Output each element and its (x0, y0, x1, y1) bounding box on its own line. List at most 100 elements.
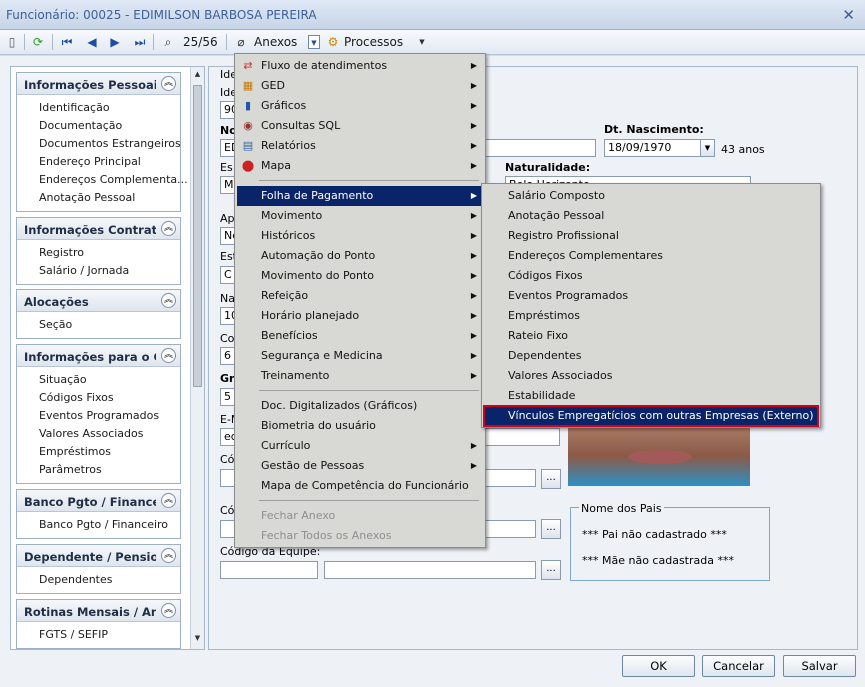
folha-submenu-item[interactable]: Endereços Complementares (484, 246, 818, 266)
sidebar-item[interactable]: Registro (17, 244, 180, 262)
anexos-menu-item[interactable]: ▦ GED ▶ (237, 76, 483, 96)
sidebar-item[interactable]: Códigos Fixos (17, 389, 180, 407)
collapse-icon[interactable]: ︽ (161, 221, 176, 236)
sidebar-item[interactable]: Empréstimos (17, 443, 180, 461)
anexos-menu-item[interactable]: Gestão de Pessoas ▶ (237, 456, 483, 476)
anexos-menu-item[interactable]: ⬤ Mapa ▶ (237, 156, 483, 176)
folha-submenu-item[interactable]: Eventos Programados (484, 286, 818, 306)
folha-submenu-item[interactable]: Vínculos Empregatícios com outras Empres… (483, 405, 819, 427)
code-field-b-desc[interactable] (484, 520, 536, 538)
sidebar-item[interactable]: Endereço Principal (17, 153, 180, 171)
sidebar-scrollbar[interactable]: ▲ ▼ (190, 67, 204, 649)
anexos-menu-item[interactable]: Biometria do usuário (237, 416, 483, 436)
date-dropdown-icon[interactable]: ▼ (700, 139, 715, 157)
collapse-icon[interactable]: ︽ (161, 293, 176, 308)
sidebar-item[interactable]: Anotação Pessoal (17, 189, 180, 207)
menu-item-label: Segurança e Medicina (261, 349, 383, 362)
gears-icon[interactable]: ⚙ (326, 35, 340, 49)
anexos-menu-item[interactable]: Doc. Digitalizados (Gráficos) (237, 396, 483, 416)
sidebar-item[interactable]: Dependentes (17, 571, 180, 589)
processos-menu-button[interactable]: Processos (344, 33, 403, 51)
sidebar-item[interactable]: Documentos Estrangeiros (17, 135, 181, 153)
ok-button[interactable]: OK (622, 655, 695, 677)
code-field-a-desc[interactable] (484, 469, 536, 487)
anexos-menu-button[interactable]: Anexos (254, 33, 297, 51)
anexos-menu-item[interactable]: Históricos ▶ (237, 226, 483, 246)
anexos-menu-item[interactable]: Mapa de Competência do Funcionário (237, 476, 483, 496)
collapse-icon[interactable]: ︽ (161, 603, 176, 618)
anexos-menu-item[interactable]: Automação do Ponto ▶ (237, 246, 483, 266)
codigo-equipe-field[interactable] (220, 561, 318, 579)
collapse-icon[interactable]: ︽ (161, 548, 176, 563)
sidebar-group-header[interactable]: Alocações ︽ (17, 290, 180, 312)
sidebar-item[interactable]: Situação (17, 371, 180, 389)
anexos-menu-item[interactable]: ◉ Consultas SQL ▶ (237, 116, 483, 136)
scroll-down-icon[interactable]: ▼ (192, 634, 203, 646)
anexos-menu-item[interactable]: ⇄ Fluxo de atendimentos ▶ (237, 56, 483, 76)
first-record-icon[interactable]: ⏮ (60, 35, 74, 49)
close-icon[interactable]: ✕ (842, 6, 855, 24)
sidebar-item[interactable]: Eventos Programados (17, 407, 180, 425)
collapse-icon[interactable]: ︽ (161, 348, 176, 363)
anexos-menu-item: Fechar Todos os Anexos (237, 526, 483, 546)
sidebar-group-header[interactable]: Informações Contratua ︽ (17, 218, 180, 240)
folha-submenu-item[interactable]: Anotação Pessoal (484, 206, 818, 226)
folha-submenu-item[interactable]: Rateio Fixo (484, 326, 818, 346)
sidebar-item[interactable]: Valores Associados (17, 425, 180, 443)
folha-submenu-item[interactable]: Códigos Fixos (484, 266, 818, 286)
lookup-button[interactable]: ... (541, 519, 561, 539)
dt-nascimento-field[interactable]: 18/09/1970 (604, 139, 702, 157)
save-button[interactable]: Salvar (783, 655, 856, 677)
processos-dropdown-arrow-icon[interactable]: ▼ (415, 35, 429, 49)
anexos-menu-item[interactable]: ▮ Gráficos ▶ (237, 96, 483, 116)
anexos-menu-item[interactable]: Movimento do Ponto ▶ (237, 266, 483, 286)
lookup-button[interactable]: ... (541, 469, 561, 489)
sidebar-item[interactable]: FGTS / SEFIP (17, 626, 180, 644)
collapse-icon[interactable]: ︽ (161, 76, 176, 91)
scrollbar-thumb[interactable] (193, 85, 202, 387)
sidebar-item[interactable]: Identificação (17, 99, 180, 117)
sidebar-item[interactable]: Endereços Complementa... (17, 171, 188, 189)
anexos-menu-item[interactable]: Horário planejado ▶ (237, 306, 483, 326)
new-document-icon[interactable]: ▯ (5, 35, 19, 49)
anexos-menu-item[interactable]: Currículo ▶ (237, 436, 483, 456)
sidebar-item[interactable]: Documentação (17, 117, 180, 135)
next-record-icon[interactable]: ▶ (108, 35, 122, 49)
sidebar-group-header[interactable]: Rotinas Mensais / Anua ︽ (17, 600, 180, 622)
sidebar-item[interactable]: Seção (17, 316, 180, 334)
anexos-menu-item[interactable]: Movimento ▶ (237, 206, 483, 226)
submenu-arrow-icon: ▶ (470, 351, 477, 360)
folha-submenu-item[interactable]: Empréstimos (484, 306, 818, 326)
anexos-menu-item[interactable]: ▤ Relatórios ▶ (237, 136, 483, 156)
folha-submenu-item[interactable]: Salário Composto (484, 186, 818, 206)
anexos-menu-item[interactable]: Segurança e Medicina ▶ (237, 346, 483, 366)
cancel-button[interactable]: Cancelar (702, 655, 775, 677)
sidebar-group-header[interactable]: Informações Pessoais ︽ (17, 73, 180, 95)
anexos-dropdown-arrow-icon[interactable]: ▼ (308, 35, 320, 49)
email-field-cont[interactable] (484, 428, 560, 446)
name-field-cont[interactable] (484, 139, 596, 157)
lookup-button[interactable]: ... (541, 560, 561, 580)
folha-submenu-item[interactable]: Registro Profissional (484, 226, 818, 246)
sidebar-item[interactable]: Salário / Jornada (17, 262, 180, 280)
anexos-menu-item[interactable]: Benefícios ▶ (237, 326, 483, 346)
sidebar-group-header[interactable]: Banco Pgto / Financeiro ︽ (17, 490, 180, 512)
collapse-icon[interactable]: ︽ (161, 493, 176, 508)
sidebar-group-header[interactable]: Dependente / Pensionis ︽ (17, 545, 180, 567)
previous-record-icon[interactable]: ◀ (85, 35, 99, 49)
anexos-menu-item[interactable]: Folha de Pagamento ▶ (237, 186, 483, 206)
folha-submenu-item[interactable]: Dependentes (484, 346, 818, 366)
folha-submenu-item[interactable]: Valores Associados (484, 366, 818, 386)
anexos-menu-item[interactable]: Treinamento ▶ (237, 366, 483, 386)
refresh-icon[interactable]: ⟳ (31, 35, 45, 49)
sidebar-item[interactable]: Parâmetros (17, 461, 180, 479)
last-record-icon[interactable]: ⏭ (133, 35, 147, 49)
anexos-menu-item[interactable]: Refeição ▶ (237, 286, 483, 306)
scroll-up-icon[interactable]: ▲ (192, 70, 203, 82)
sidebar-item[interactable]: Banco Pgto / Financeiro (17, 516, 180, 534)
codigo-equipe-desc[interactable] (324, 561, 536, 579)
sidebar-group-header[interactable]: Informações para o Cál ︽ (17, 345, 180, 367)
folha-submenu-item[interactable]: Estabilidade (484, 386, 818, 406)
binoculars-icon[interactable]: ⌕ (161, 35, 175, 49)
paperclip-icon[interactable]: ⌀ (234, 35, 248, 49)
